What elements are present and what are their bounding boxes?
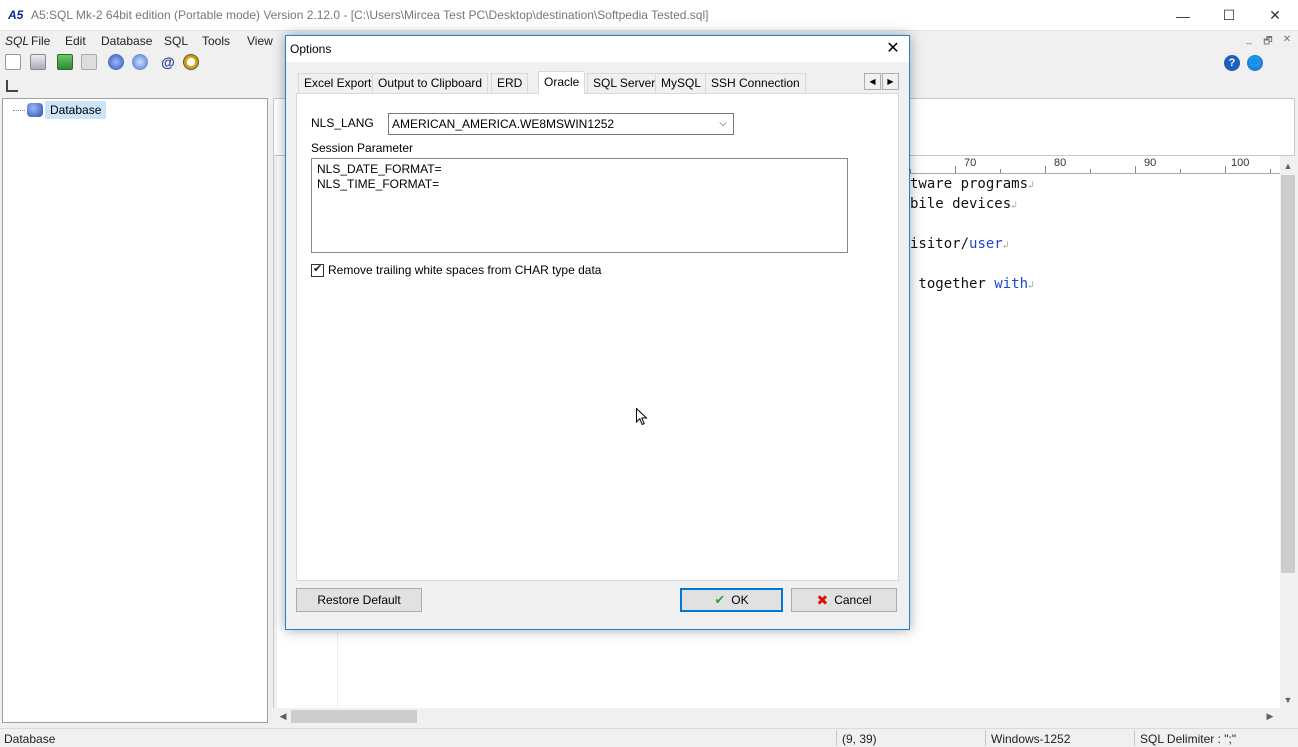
- scroll-thumb[interactable]: [291, 710, 417, 723]
- tab-scroll-right-icon[interactable]: ▶: [882, 73, 899, 90]
- ok-button[interactable]: ✔ OK: [680, 588, 783, 612]
- sql-keyword: with: [994, 276, 1029, 292]
- menu-file[interactable]: File: [31, 34, 50, 48]
- cancel-label: Cancel: [834, 593, 872, 607]
- tab-scroll-left-icon[interactable]: ◀: [864, 73, 881, 90]
- tab-erd[interactable]: ERD: [491, 73, 529, 93]
- chevron-down-icon[interactable]: ⌵: [716, 116, 730, 132]
- dialog-close-button[interactable]: ✕: [883, 39, 903, 59]
- session-parameter-line: NLS_DATE_FORMAT=: [317, 162, 442, 176]
- clock-icon[interactable]: [183, 54, 199, 70]
- mouse-cursor-icon: [636, 408, 648, 426]
- window-title: A5:SQL Mk-2 64bit edition (Portable mode…: [31, 8, 709, 22]
- code-text: bile devices: [910, 196, 1012, 212]
- minimize-button[interactable]: —: [1160, 0, 1206, 31]
- app-logo-icon: A5: [8, 8, 24, 22]
- tree-node-database[interactable]: Database: [13, 101, 107, 119]
- mdi-minimize-button[interactable]: _: [1240, 34, 1258, 48]
- code-line: tware programs↲: [910, 176, 1034, 192]
- checkmark-icon: ✔: [714, 592, 726, 607]
- scroll-down-icon[interactable]: ▼: [1280, 692, 1296, 708]
- status-sql-delimiter: SQL Delimiter : ";": [1140, 732, 1237, 746]
- cancel-x-icon: ✖: [816, 591, 829, 608]
- tab-sql-server[interactable]: SQL Server: [587, 73, 662, 93]
- copy-sql-icon[interactable]: [81, 54, 97, 70]
- help-icon[interactable]: ?: [1224, 55, 1240, 71]
- tab-ssh-connection[interactable]: SSH Connection: [705, 73, 806, 93]
- close-window-button[interactable]: ✕: [1252, 0, 1298, 31]
- session-parameter-textarea[interactable]: NLS_DATE_FORMAT= NLS_TIME_FORMAT=: [311, 158, 848, 253]
- nls-lang-select[interactable]: AMERICAN_AMERICA.WE8MSWIN1252 ⌵: [388, 113, 734, 135]
- code-line: together with↲: [910, 276, 1034, 292]
- status-cursor-position: (9, 39): [842, 732, 877, 746]
- new-file-icon[interactable]: [5, 54, 21, 70]
- mdi-close-button[interactable]: ✕: [1278, 34, 1296, 48]
- code-text: tware programs: [910, 176, 1029, 192]
- tree-connector: [13, 109, 25, 111]
- code-line: bile devices↲: [910, 196, 1017, 212]
- mdi-restore-button[interactable]: 🗗: [1259, 34, 1277, 48]
- tab-excel-export[interactable]: Excel Export: [298, 73, 378, 93]
- dialog-title-bar: Options ✕: [286, 36, 909, 62]
- scroll-right-icon[interactable]: ▶: [1262, 708, 1278, 725]
- tab-mysql[interactable]: MySQL: [655, 73, 708, 93]
- menu-tools[interactable]: Tools: [202, 34, 230, 48]
- code-line: isitor/user↲: [910, 236, 1009, 252]
- options-dialog: Options ✕ Excel Export Output to Clipboa…: [285, 35, 910, 630]
- open-file-icon[interactable]: [30, 54, 46, 70]
- session-parameter-line: NLS_TIME_FORMAT=: [317, 177, 440, 191]
- tree-toggle-icon[interactable]: [6, 80, 18, 92]
- web-icon[interactable]: 🌐: [1247, 55, 1263, 71]
- scroll-left-icon[interactable]: ◀: [275, 708, 291, 725]
- ruler-label: 100: [1231, 157, 1250, 169]
- ruler-label: 70: [964, 157, 977, 169]
- trim-whitespace-option[interactable]: ✔ Remove trailing white spaces from CHAR…: [311, 262, 601, 278]
- run-sql-icon[interactable]: [57, 54, 73, 70]
- code-text: /: [960, 236, 970, 252]
- end-of-line-icon: ↲: [1002, 240, 1009, 251]
- editor-horizontal-scrollbar[interactable]: ◀ ▶: [273, 708, 1280, 725]
- title-bar: A5 A5:SQL Mk-2 64bit edition (Portable m…: [0, 0, 1298, 31]
- trim-whitespace-checkbox[interactable]: ✔: [311, 263, 324, 277]
- ruler-label: 80: [1054, 157, 1067, 169]
- session-parameter-label: Session Parameter: [311, 141, 414, 155]
- database-icon: [27, 103, 43, 117]
- email-icon[interactable]: @: [160, 54, 176, 70]
- gear-icon[interactable]: [132, 54, 148, 70]
- nls-lang-label: NLS_LANG: [311, 116, 374, 130]
- menu-sql[interactable]: SQL: [164, 34, 188, 48]
- scroll-thumb[interactable]: [1281, 175, 1295, 573]
- end-of-line-icon: ↲: [1011, 200, 1018, 211]
- oracle-settings-panel: NLS_LANG AMERICAN_AMERICA.WE8MSWIN1252 ⌵…: [296, 93, 899, 581]
- database-icon[interactable]: [108, 54, 124, 70]
- menu-view[interactable]: View: [247, 34, 273, 48]
- maximize-button[interactable]: ☐: [1206, 0, 1252, 31]
- trim-whitespace-label: Remove trailing white spaces from CHAR t…: [328, 263, 602, 277]
- tab-output-to-clipboard[interactable]: Output to Clipboard: [372, 73, 489, 93]
- status-connection: Database: [4, 732, 56, 746]
- restore-default-label: Restore Default: [317, 593, 401, 607]
- status-bar: Database (9, 39) Windows-1252 SQL Delimi…: [0, 728, 1298, 747]
- menu-database[interactable]: Database: [101, 34, 152, 48]
- sql-keyword: user: [969, 236, 1003, 252]
- sql-logo: SQL: [5, 34, 30, 48]
- cancel-button[interactable]: ✖ Cancel: [791, 588, 897, 612]
- restore-default-button[interactable]: Restore Default: [296, 588, 422, 612]
- dialog-title: Options: [290, 42, 332, 56]
- ok-label: OK: [731, 593, 749, 607]
- tab-oracle[interactable]: Oracle: [538, 71, 586, 94]
- end-of-line-icon: ↲: [1028, 280, 1035, 291]
- ruler-label: 90: [1144, 157, 1157, 169]
- scroll-up-icon[interactable]: ▲: [1280, 158, 1296, 174]
- end-of-line-icon: ↲: [1028, 180, 1035, 191]
- editor-vertical-scrollbar[interactable]: ▲ ▼: [1280, 156, 1296, 708]
- code-text: together: [910, 276, 995, 292]
- database-tree[interactable]: Database: [2, 98, 268, 723]
- status-encoding: Windows-1252: [991, 732, 1071, 746]
- nls-lang-value: AMERICAN_AMERICA.WE8MSWIN1252: [392, 117, 615, 131]
- tree-node-label: Database: [45, 101, 107, 119]
- code-text: isitor: [910, 236, 961, 252]
- menu-edit[interactable]: Edit: [65, 34, 86, 48]
